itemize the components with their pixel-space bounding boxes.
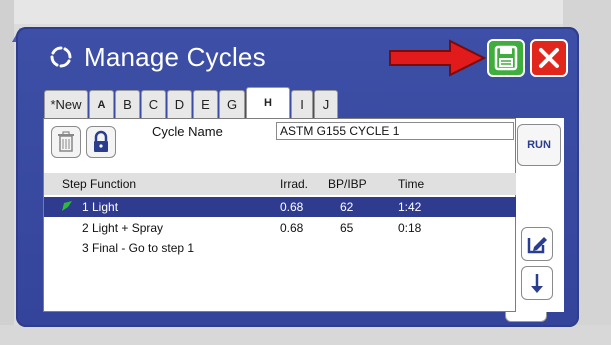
row-step: 1 Light [82, 200, 119, 214]
backdrop-bottom [0, 325, 611, 345]
edit-step-button[interactable] [521, 227, 553, 261]
table-row[interactable]: 2 Light + Spray 0.68 65 0:18 [44, 218, 516, 238]
table-row[interactable]: 1 Light 0.68 62 1:42 [44, 197, 516, 217]
header-irrad: Irrad. [280, 177, 309, 191]
edit-pencil-icon [527, 237, 547, 254]
cycle-name-label: Cycle Name [152, 124, 223, 139]
row-step: 3 Final - Go to step 1 [82, 241, 195, 255]
table-row[interactable]: 3 Final - Go to step 1 [44, 238, 516, 258]
tab-c[interactable]: C [141, 90, 166, 118]
row-bp: 62 [340, 200, 354, 214]
backdrop-left [0, 0, 14, 345]
scroll-handle[interactable] [505, 312, 547, 322]
lock-icon [94, 130, 108, 152]
tab-j[interactable]: J [314, 90, 338, 118]
lock-button[interactable] [86, 126, 116, 158]
trash-icon [58, 131, 74, 152]
tab-d[interactable]: D [167, 90, 192, 118]
row-irrad: 0.68 [280, 200, 304, 214]
red-arrow-pointer-icon [389, 39, 487, 77]
row-time: 1:42 [398, 200, 422, 214]
tab-h[interactable]: H [246, 87, 290, 118]
tab-b[interactable]: B [115, 90, 140, 118]
floppy-disk-icon [494, 45, 518, 71]
steps-table-header: Step Function Irrad. BP/IBP Time [44, 173, 516, 195]
window-title: Manage Cycles [84, 42, 266, 72]
tab-e[interactable]: E [193, 90, 218, 118]
row-bp: 65 [340, 221, 354, 235]
header-time: Time [398, 177, 425, 191]
tab-new[interactable]: *New [44, 90, 88, 118]
run-button[interactable]: RUN [517, 124, 561, 166]
cycle-refresh-icon [50, 46, 72, 68]
save-button[interactable] [487, 39, 525, 77]
cycle-name-input[interactable] [276, 122, 514, 140]
header-step-function: Step Function [62, 177, 137, 191]
tab-a[interactable]: A [89, 90, 114, 118]
arrow-down-icon [531, 274, 543, 293]
tab-i[interactable]: I [291, 90, 313, 118]
header-bp-ibp: BP/IBP [328, 177, 367, 191]
tab-g[interactable]: G [219, 90, 245, 118]
backdrop-top [0, 0, 611, 24]
row-time: 0:18 [398, 221, 422, 235]
current-step-indicator-icon [62, 201, 72, 211]
row-irrad: 0.68 [280, 221, 304, 235]
row-step: 2 Light + Spray [82, 221, 164, 235]
close-x-icon [539, 48, 559, 68]
close-button[interactable] [530, 39, 568, 77]
move-down-button[interactable] [521, 266, 553, 300]
delete-cycle-button[interactable] [51, 126, 81, 158]
